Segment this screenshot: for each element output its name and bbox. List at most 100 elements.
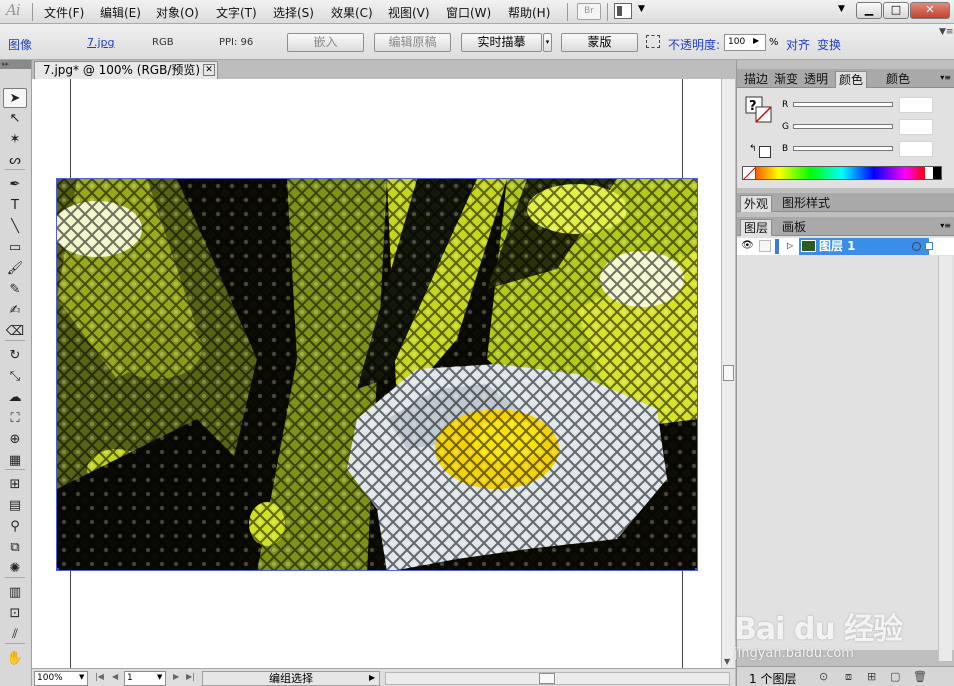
warp-tool[interactable]: ☁: [3, 388, 27, 408]
color-spectrum[interactable]: [742, 166, 942, 180]
chevron-down-icon[interactable]: ▼: [79, 673, 84, 681]
selection-tool[interactable]: ➤: [3, 88, 27, 108]
workspace-dropdown-icon[interactable]: ▼: [838, 4, 845, 14]
selection-handle[interactable]: [57, 568, 59, 570]
document-tab[interactable]: 7.jpg* @ 100% (RGB/预览) ✕: [34, 61, 218, 79]
embed-button[interactable]: 嵌入: [287, 33, 364, 52]
perspective-grid-tool[interactable]: ▦: [3, 451, 27, 471]
default-colors-icon[interactable]: ↰: [749, 144, 757, 154]
lock-toggle[interactable]: [759, 240, 771, 252]
layers-scrollbar[interactable]: [938, 256, 952, 661]
menu-select[interactable]: 选择(S): [273, 4, 314, 21]
canvas[interactable]: [32, 79, 721, 668]
selection-indicator[interactable]: [925, 242, 933, 250]
previous-page-icon[interactable]: ◀: [112, 672, 118, 681]
b-slider[interactable]: [793, 146, 893, 151]
gradient-tool[interactable]: ▤: [3, 496, 27, 516]
direct-selection-tool[interactable]: ↖: [3, 109, 27, 129]
line-segment-tool[interactable]: ╲: [3, 217, 27, 237]
g-slider[interactable]: [793, 124, 893, 129]
fill-stroke-icon[interactable]: ?: [745, 96, 773, 124]
menu-help[interactable]: 帮助(H): [508, 4, 550, 21]
hand-tool[interactable]: ✋: [3, 649, 27, 669]
minimize-button[interactable]: ▁: [856, 2, 882, 19]
chevron-right-icon[interactable]: ▶: [753, 36, 759, 45]
layer-name[interactable]: 图层 1: [819, 239, 856, 253]
tab-color[interactable]: 颜色: [835, 71, 868, 88]
horizontal-scroll-thumb[interactable]: [539, 673, 555, 684]
next-page-icon[interactable]: ▶: [173, 672, 179, 681]
mesh-tool[interactable]: ⊞: [3, 475, 27, 495]
live-trace-button[interactable]: 实时描摹: [461, 33, 542, 52]
layer-row[interactable]: 👁 ▷ 图层 1: [737, 238, 954, 255]
lasso-tool[interactable]: ᔕ: [3, 151, 27, 171]
selection-handle[interactable]: [57, 179, 59, 181]
first-page-icon[interactable]: |◀: [95, 672, 104, 681]
bridge-button[interactable]: Br: [577, 3, 601, 20]
shape-builder-tool[interactable]: ⊕: [3, 430, 27, 450]
rotate-tool[interactable]: ↻: [3, 346, 27, 366]
tab-appearance[interactable]: 外观: [740, 195, 773, 212]
chevron-down-icon[interactable]: ▼: [638, 4, 645, 14]
close-button[interactable]: ✕: [910, 2, 950, 19]
rectangle-tool[interactable]: ▭: [3, 238, 27, 258]
new-layer-icon[interactable]: ▢: [890, 670, 900, 683]
mask-button[interactable]: 蒙版: [561, 33, 638, 52]
selection-handle[interactable]: [695, 179, 697, 181]
blob-brush-tool[interactable]: ✍: [3, 301, 27, 321]
b-value-field[interactable]: [899, 141, 933, 157]
tab-layers[interactable]: 图层: [740, 219, 773, 236]
status-readout[interactable]: 编组选择: [202, 671, 380, 686]
layer-name-cell[interactable]: 图层 1: [799, 238, 929, 255]
close-icon[interactable]: ✕: [203, 64, 215, 76]
live-trace-options-icon[interactable]: ▾: [543, 33, 552, 52]
locate-object-icon[interactable]: ⊙: [819, 670, 828, 683]
new-sublayer-icon[interactable]: ⊞: [867, 670, 876, 683]
expand-triangle-icon[interactable]: ▷: [787, 241, 793, 250]
pen-tool[interactable]: ✒: [3, 175, 27, 195]
magic-wand-tool[interactable]: ✶: [3, 130, 27, 150]
align-link[interactable]: 对齐: [786, 36, 810, 53]
free-transform-tool[interactable]: ⛶: [3, 409, 27, 429]
menu-view[interactable]: 视图(V): [388, 4, 430, 21]
toolbox-grip[interactable]: ▸▸: [0, 60, 31, 69]
eraser-tool[interactable]: ⌫: [3, 322, 27, 342]
scale-tool[interactable]: ⤡: [3, 367, 27, 387]
vertical-scroll-thumb[interactable]: [723, 365, 734, 381]
artboard-tool[interactable]: ⊡: [3, 604, 27, 624]
edit-original-button[interactable]: 编辑原稿: [374, 33, 451, 52]
chevron-right-icon[interactable]: ▶: [369, 673, 375, 682]
blend-tool[interactable]: ⧉: [3, 538, 27, 558]
arrange-documents-icon[interactable]: [614, 3, 632, 19]
r-value-field[interactable]: [899, 97, 933, 113]
selection-handle[interactable]: [695, 568, 697, 570]
chevron-down-icon[interactable]: ▼: [157, 673, 162, 681]
placed-image[interactable]: [56, 178, 698, 571]
opacity-link[interactable]: 不透明度:: [668, 36, 720, 53]
none-swatch[interactable]: [742, 166, 756, 180]
panel-menu-icon[interactable]: ▾≡: [940, 73, 951, 82]
transform-link[interactable]: 变换: [817, 36, 841, 53]
tab-graphic-styles[interactable]: 图形样式: [779, 195, 833, 212]
paintbrush-tool[interactable]: 🖌: [3, 259, 27, 279]
vertical-scrollbar[interactable]: ▼: [721, 79, 735, 668]
maximize-button[interactable]: □: [883, 2, 909, 19]
filename-link[interactable]: 7.jpg: [87, 36, 115, 49]
tab-artboards[interactable]: 画板: [779, 219, 809, 236]
tab-color-guide[interactable]: 颜色: [883, 71, 913, 88]
tab-gradient[interactable]: 渐变: [771, 71, 801, 88]
crop-icon[interactable]: [646, 35, 660, 48]
panel-menu-icon[interactable]: ▾≡: [940, 221, 951, 230]
menu-object[interactable]: 对象(O): [156, 4, 199, 21]
slice-tool[interactable]: ⫽: [3, 625, 27, 645]
scroll-down-icon[interactable]: ▼: [724, 657, 730, 666]
tab-transparency[interactable]: 透明度: [801, 71, 835, 88]
menu-file[interactable]: 文件(F): [44, 4, 84, 21]
horizontal-scrollbar[interactable]: [385, 672, 730, 685]
opacity-input[interactable]: 100: [724, 34, 766, 51]
g-value-field[interactable]: [899, 119, 933, 135]
symbol-sprayer-tool[interactable]: ✺: [3, 559, 27, 579]
menu-window[interactable]: 窗口(W): [446, 4, 491, 21]
target-circle-icon[interactable]: [912, 242, 921, 251]
object-type-link[interactable]: 图像: [8, 36, 32, 53]
